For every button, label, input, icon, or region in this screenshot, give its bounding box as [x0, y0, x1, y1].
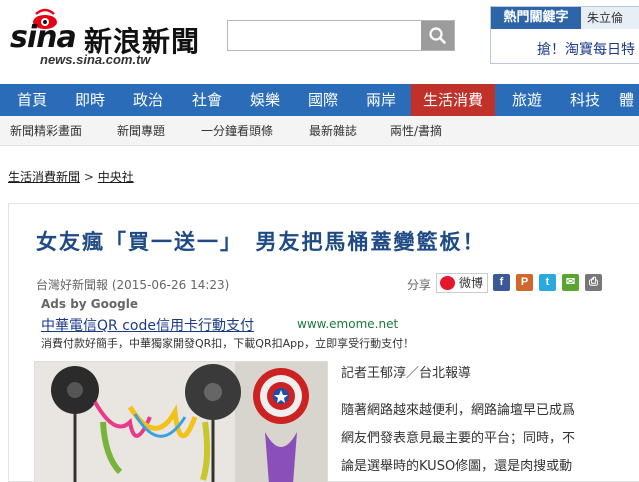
subnav-item-topics[interactable]: 新聞專題 — [117, 116, 165, 146]
article-datetime: (2015-06-26 14:23) — [111, 278, 230, 292]
nav-item-tech[interactable]: 科技 — [561, 84, 609, 116]
site-header: sina 新浪新聞 news.sina.com.tw 熱門關鍵字 朱立倫 搶！淘… — [0, 0, 639, 84]
plurk-share-button[interactable]: P — [516, 274, 533, 291]
ad-url[interactable]: www.emome.net — [297, 317, 398, 331]
breadcrumb-separator: > — [80, 170, 98, 184]
hot-keyword-tab[interactable]: 朱立倫 — [581, 7, 639, 29]
weibo-label: 微博 — [459, 276, 484, 290]
article-body: 隨著網路越來越便利，網路論壇早已成爲 網友們發表意見最主要的平台；同時，不 論是… — [341, 397, 606, 481]
twitter-share-button[interactable]: t — [539, 274, 556, 291]
twitter-icon: t — [545, 276, 550, 288]
nav-item-realtime[interactable]: 即時 — [66, 84, 114, 116]
subnav-item-photos[interactable]: 新聞精彩畫面 — [10, 116, 82, 146]
nav-item-sports[interactable]: 體 — [619, 84, 639, 116]
hot-keywords-box: 熱門關鍵字 朱立倫 搶！淘寶每日特 — [490, 6, 639, 64]
breadcrumb-source-link[interactable]: 中央社 — [98, 170, 134, 184]
ad-title-link[interactable]: 中華電信QR code信用卡行動支付 — [41, 315, 254, 335]
subnav-item-headlines[interactable]: 一分鐘看頭條 — [201, 116, 273, 146]
plurk-icon: P — [520, 276, 529, 288]
article-container: 女友瘋「買一送一」 男友把馬桶蓋變籃板！ 台灣好新聞報 (2015-06-26 … — [8, 203, 639, 482]
subnav-item-magazine[interactable]: 最新雜誌 — [309, 116, 357, 146]
logo-url: news.sina.com.tw — [40, 52, 151, 67]
article-photo-image — [35, 362, 327, 482]
nav-item-lifestyle[interactable]: 生活消費 — [411, 84, 495, 116]
article-body-line: 論是選舉時的KUSO修圖，還是肉搜或動 — [341, 459, 573, 474]
hot-keywords-title: 熱門關鍵字 — [491, 7, 581, 29]
search-box — [227, 20, 455, 51]
breadcrumb: 生活消費新聞 > 中央社 — [8, 168, 134, 185]
logo-wordmark: sina — [10, 20, 77, 55]
share-label: 分享 — [407, 278, 432, 292]
hot-keyword-link[interactable]: 搶！淘寶每日特 — [537, 39, 635, 59]
search-button[interactable] — [421, 21, 454, 50]
sub-nav: 新聞精彩畫面 新聞專題 一分鐘看頭條 最新雜誌 兩性/書摘 — [0, 116, 639, 146]
email-share-button[interactable]: ✉ — [562, 274, 579, 291]
article-byline: 記者王郁淳／台北報導 — [341, 366, 472, 381]
search-input[interactable] — [228, 21, 420, 50]
nav-item-cross-strait[interactable]: 兩岸 — [357, 84, 405, 116]
nav-item-home[interactable]: 首頁 — [8, 84, 56, 116]
nav-item-society[interactable]: 社會 — [183, 84, 231, 116]
article-source: 台灣好新聞報 — [36, 278, 109, 292]
facebook-share-button[interactable]: f — [493, 274, 510, 291]
nav-item-travel[interactable]: 旅遊 — [503, 84, 551, 116]
subnav-item-relationships[interactable]: 兩性/書摘 — [390, 116, 442, 146]
email-icon: ✉ — [565, 276, 576, 288]
search-icon — [429, 27, 446, 44]
main-nav: 首頁 即時 政治 社會 娛樂 國際 兩岸 生活消費 旅遊 科技 體 — [0, 84, 639, 116]
article-body-line: 網友們發表意見最主要的平台；同時，不 — [341, 431, 576, 446]
weibo-icon — [440, 276, 455, 290]
print-button[interactable]: ⎙ — [585, 274, 602, 291]
weibo-share-button[interactable]: 微博 — [436, 273, 489, 293]
article-title: 女友瘋「買一送一」 男友把馬桶蓋變籃板！ — [36, 229, 486, 254]
article-meta: 台灣好新聞報 (2015-06-26 14:23) — [36, 276, 229, 293]
print-icon: ⎙ — [589, 276, 598, 288]
nav-item-politics[interactable]: 政治 — [124, 84, 172, 116]
breadcrumb-section-link[interactable]: 生活消費新聞 — [8, 170, 80, 184]
article-body-line: 隨著網路越來越便利，網路論壇早已成爲 — [341, 403, 576, 418]
nav-item-entertainment[interactable]: 娛樂 — [241, 84, 289, 116]
ad-description: 消費付款好簡手，中華獨家開發QR扣，下載QR扣App，立即享受行動支付！ — [41, 337, 415, 350]
facebook-icon: f — [499, 276, 504, 288]
sina-news-logo[interactable]: sina 新浪新聞 news.sina.com.tw — [10, 6, 220, 67]
nav-item-international[interactable]: 國際 — [299, 84, 347, 116]
ads-by-google-label[interactable]: Ads by Google — [41, 297, 138, 311]
article-photo — [34, 361, 328, 482]
